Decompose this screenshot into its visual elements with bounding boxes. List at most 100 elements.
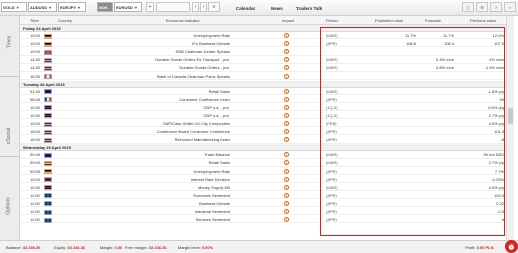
- event-indicator[interactable]: Durable Goods Orders - pre.: [140, 64, 230, 71]
- event-time: 10:30: [30, 112, 41, 118]
- impact-icon: !: [284, 200, 289, 206]
- col-time[interactable]: Time: [30, 18, 39, 23]
- impact-icon: !: [284, 217, 289, 223]
- col-previous[interactable]: Previous value: [470, 18, 496, 23]
- event-indicator[interactable]: Richmond Manufacturing Index: [140, 136, 230, 143]
- chevron-down-icon: ▾: [16, 4, 19, 10]
- symbol-tab-nok[interactable]: NOK: [97, 2, 113, 12]
- side-navigation: Trees xSocial Options: [0, 16, 20, 240]
- impact-icon: !: [284, 152, 289, 158]
- event-time: 14:30: [30, 57, 41, 63]
- event-indicator[interactable]: IFo Business Climate: [140, 40, 230, 47]
- scrollbar-thumb[interactable]: [508, 108, 513, 124]
- event-time: 10:00: [30, 33, 41, 38]
- event-indicator[interactable]: Retail Sales: [140, 88, 230, 95]
- col-impact[interactable]: Impact: [282, 18, 294, 23]
- event-time: 10:30: [30, 104, 41, 110]
- event-indicator[interactable]: Unemployment Rate: [140, 168, 230, 175]
- event-time: 08:45: [30, 96, 41, 102]
- event-indicator[interactable]: GDP s.a. - pre.: [140, 112, 230, 119]
- country-flag-icon: [44, 41, 52, 47]
- impact-icon: !: [284, 121, 289, 126]
- profit-value: 0.00 PLN: [476, 245, 494, 250]
- country-flag-icon: [44, 105, 52, 111]
- event-time: 15:00: [30, 121, 41, 126]
- event-indicator[interactable]: Business Climate: [140, 200, 230, 207]
- scrollbar[interactable]: [506, 16, 514, 240]
- col-period[interactable]: Period: [326, 18, 338, 23]
- symbol-tab-eurusd[interactable]: EURUSD ▾: [114, 2, 142, 12]
- event-time: 01:30: [30, 88, 41, 94]
- instrument-toolbar: GOLD ▾ AUDUSD ▾ EURJPY ▾ NOK EURUSD ▾ + ‹ › …: [0, 0, 518, 16]
- event-indicator[interactable]: Bank of Canada Chairman Poloz Speaks: [140, 73, 230, 80]
- margin-level-value: 0.00%: [201, 245, 214, 250]
- event-time: 00:45: [30, 152, 41, 158]
- margin-level-label: Margin level:: [178, 245, 201, 250]
- event-indicator[interactable]: Consumer Confidence Index: [140, 96, 230, 103]
- divider: [0, 76, 20, 77]
- symbol-search-input[interactable]: [156, 2, 190, 12]
- free-margin-label: Free margin:: [125, 245, 148, 250]
- symbol-label: EURJPY: [60, 4, 77, 10]
- impact-icon: !: [284, 73, 289, 79]
- impact-icon: !: [284, 33, 289, 38]
- impact-icon: !: [284, 176, 289, 182]
- event-indicator[interactable]: Services Sentiment: [140, 216, 230, 223]
- menu-icon[interactable]: ≡: [208, 2, 220, 12]
- event-indicator[interactable]: Conference Board Consumer Confidence: [140, 128, 230, 135]
- side-tab-label: xSocial: [6, 127, 12, 145]
- col-indicator[interactable]: Economic indicator: [166, 18, 200, 23]
- country-flag-icon: [44, 57, 52, 63]
- add-symbol-button[interactable]: +: [146, 2, 154, 12]
- tab-label: Traders Talk: [296, 5, 323, 11]
- col-forecast[interactable]: Forecast: [425, 18, 441, 23]
- country-flag-icon: [44, 177, 52, 183]
- layout-icon[interactable]: ▢: [462, 2, 474, 12]
- country-flag-icon: [44, 74, 52, 79]
- event-indicator[interactable]: Economic Sentiment: [140, 192, 230, 199]
- event-indicator[interactable]: Money Supply M3: [140, 184, 230, 191]
- impact-icon: !: [284, 96, 289, 102]
- chevron-left-icon[interactable]: ‹: [192, 2, 199, 12]
- symbol-tab-audusd[interactable]: AUDUSD ▾: [28, 2, 57, 12]
- alarm-icon[interactable]: ⏰: [505, 240, 518, 253]
- country-flag-icon: [44, 89, 52, 95]
- event-indicator[interactable]: S&P/Case-Shiller 20-City Composites: [140, 120, 230, 127]
- tab-traders-talk[interactable]: Traders Talk: [296, 3, 322, 13]
- event-indicator[interactable]: GDP s.a. - pre.: [140, 104, 230, 111]
- event-time: 11:00: [30, 192, 40, 198]
- margin-label: Margin:: [100, 245, 114, 250]
- help-icon[interactable]: ?: [490, 2, 502, 12]
- tab-news[interactable]: News: [271, 3, 283, 13]
- highlight-box: [320, 27, 505, 236]
- balance-label: Balance:: [6, 245, 22, 250]
- settings-icon[interactable]: ⚙: [476, 2, 488, 12]
- event-indicator[interactable]: Trade Balance: [140, 151, 230, 158]
- event-time: 09:55: [30, 168, 41, 174]
- event-indicator[interactable]: Industrial Sentiment: [140, 208, 230, 215]
- col-published[interactable]: Published value: [375, 18, 403, 23]
- event-time: 10:00: [30, 176, 41, 182]
- col-country[interactable]: Country: [58, 18, 72, 23]
- country-flag-icon: [44, 169, 52, 174]
- side-tab-options[interactable]: Options: [2, 186, 16, 226]
- free-margin-info: Free margin: 33 236.36: [125, 245, 167, 250]
- symbol-tab-gold[interactable]: GOLD ▾: [1, 2, 27, 12]
- event-indicator[interactable]: Retail Sales: [140, 159, 230, 166]
- tab-calendar[interactable]: Calendar: [236, 3, 255, 13]
- country-flag-icon: [44, 65, 52, 71]
- side-tab-trees[interactable]: Trees: [2, 30, 16, 54]
- impact-icon: !: [284, 137, 289, 143]
- tab-label: News: [271, 5, 283, 11]
- symbol-tab-eurjpy[interactable]: EURJPY ▾: [58, 2, 86, 12]
- side-tab-xsocial[interactable]: xSocial: [2, 116, 16, 156]
- symbol-label: GOLD: [3, 4, 15, 10]
- event-indicator[interactable]: Durable Goods Orders Ex-Transport - pre.: [140, 56, 230, 63]
- event-indicator[interactable]: SNB Chairman Jordan Speaks: [140, 48, 230, 55]
- impact-icon: !: [284, 41, 289, 47]
- chevron-right-icon[interactable]: ›: [200, 2, 207, 12]
- event-indicator[interactable]: Unemployment Rate: [140, 32, 230, 39]
- close-icon[interactable]: ×: [504, 2, 516, 12]
- country-flag-icon: [44, 49, 52, 55]
- event-indicator[interactable]: Interest Rate Decision: [140, 176, 230, 183]
